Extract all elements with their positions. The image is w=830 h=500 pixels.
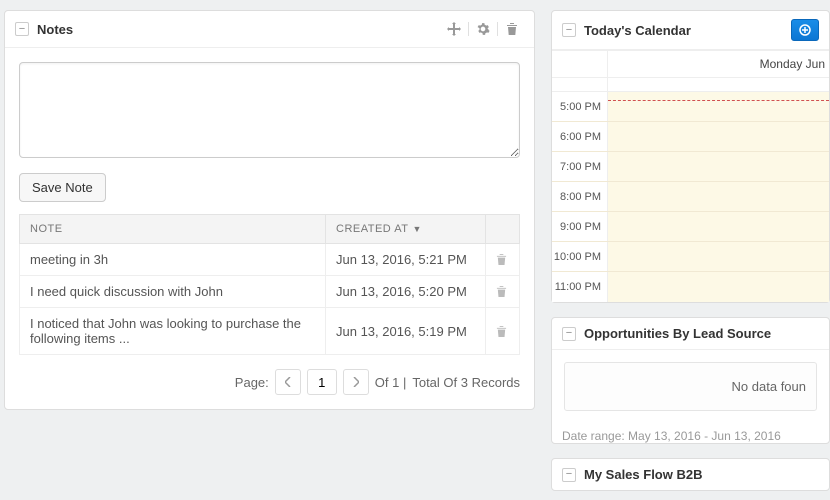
separator — [497, 22, 498, 36]
collapse-button[interactable]: − — [15, 22, 29, 36]
collapse-button[interactable]: − — [562, 23, 576, 37]
note-created-at: Jun 13, 2016, 5:20 PM — [326, 276, 486, 308]
table-row: I need quick discussion with John Jun 13… — [20, 276, 520, 308]
column-header-actions — [486, 215, 520, 244]
sort-desc-icon: ▼ — [412, 224, 421, 234]
of-label: Of 1 | — [375, 375, 407, 390]
calendar-row[interactable]: 5:00 PM — [552, 92, 829, 122]
sales-flow-panel: − My Sales Flow B2B — [551, 458, 830, 491]
column-header-note[interactable]: NOTE — [20, 215, 326, 244]
panel-title: Today's Calendar — [584, 23, 791, 38]
separator — [468, 22, 469, 36]
add-calendar-item-button[interactable] — [791, 19, 819, 41]
calendar-panel-header: − Today's Calendar — [552, 11, 829, 50]
trash-icon[interactable] — [500, 19, 524, 39]
note-created-at: Jun 13, 2016, 5:19 PM — [326, 308, 486, 355]
calendar-row[interactable]: 8:00 PM — [552, 182, 829, 212]
move-icon[interactable] — [442, 19, 466, 39]
gear-icon[interactable] — [471, 19, 495, 39]
time-label: 7:00 PM — [552, 152, 608, 181]
pagination: Page: Of 1 | Total Of 3 Records — [19, 369, 520, 395]
date-range: Date range: May 13, 2016 - Jun 13, 2016 — [552, 423, 829, 443]
time-label: 5:00 PM — [552, 92, 608, 121]
calendar-row[interactable]: 10:00 PM — [552, 242, 829, 272]
current-time-indicator — [608, 100, 829, 101]
note-text: meeting in 3h — [20, 244, 326, 276]
time-label: 11:00 PM — [552, 272, 608, 302]
no-data-message: No data foun — [564, 362, 817, 411]
notes-table: NOTE CREATED AT▼ meeting in 3h Jun 13, 2… — [19, 214, 520, 355]
page-label: Page: — [235, 375, 269, 390]
trash-icon[interactable] — [496, 253, 509, 266]
note-textarea[interactable] — [19, 62, 520, 158]
collapse-button[interactable]: − — [562, 468, 576, 482]
note-created-at: Jun 13, 2016, 5:21 PM — [326, 244, 486, 276]
trash-icon[interactable] — [496, 285, 509, 298]
calendar-day-label: Monday Jun — [608, 51, 829, 78]
calendar-row[interactable]: 7:00 PM — [552, 152, 829, 182]
notes-panel: − Notes Save Not — [4, 10, 535, 410]
table-row: I noticed that John was looking to purch… — [20, 308, 520, 355]
calendar-row[interactable]: 6:00 PM — [552, 122, 829, 152]
panel-title: Notes — [37, 22, 442, 37]
calendar-grid: Monday Jun 5:00 PM 6:00 PM 7:00 PM 8:00 … — [552, 50, 829, 302]
time-label: 9:00 PM — [552, 212, 608, 241]
opportunities-panel-header: − Opportunities By Lead Source — [552, 318, 829, 350]
notes-panel-body: Save Note NOTE CREATED AT▼ me — [5, 48, 534, 409]
save-note-button[interactable]: Save Note — [19, 173, 106, 202]
time-label: 6:00 PM — [552, 122, 608, 151]
collapse-button[interactable]: − — [562, 327, 576, 341]
calendar-row[interactable]: 11:00 PM — [552, 272, 829, 302]
trash-icon[interactable] — [496, 325, 509, 338]
note-text: I need quick discussion with John — [20, 276, 326, 308]
total-records: Total Of 3 Records — [412, 375, 520, 390]
notes-panel-header: − Notes — [5, 11, 534, 48]
table-row: meeting in 3h Jun 13, 2016, 5:21 PM — [20, 244, 520, 276]
opportunities-panel: − Opportunities By Lead Source No data f… — [551, 317, 830, 444]
note-text: I noticed that John was looking to purch… — [20, 308, 326, 355]
column-header-created-at[interactable]: CREATED AT▼ — [326, 215, 486, 244]
next-page-button[interactable] — [343, 369, 369, 395]
panel-title: Opportunities By Lead Source — [584, 326, 819, 341]
page-input[interactable] — [307, 369, 337, 395]
panel-title: My Sales Flow B2B — [584, 467, 819, 482]
time-label: 8:00 PM — [552, 182, 608, 211]
prev-page-button[interactable] — [275, 369, 301, 395]
calendar-panel: − Today's Calendar Monday Jun 5:00 PM 6:… — [551, 10, 830, 303]
time-label: 10:00 PM — [552, 242, 608, 271]
calendar-row[interactable]: 9:00 PM — [552, 212, 829, 242]
sales-flow-panel-header: − My Sales Flow B2B — [552, 459, 829, 490]
